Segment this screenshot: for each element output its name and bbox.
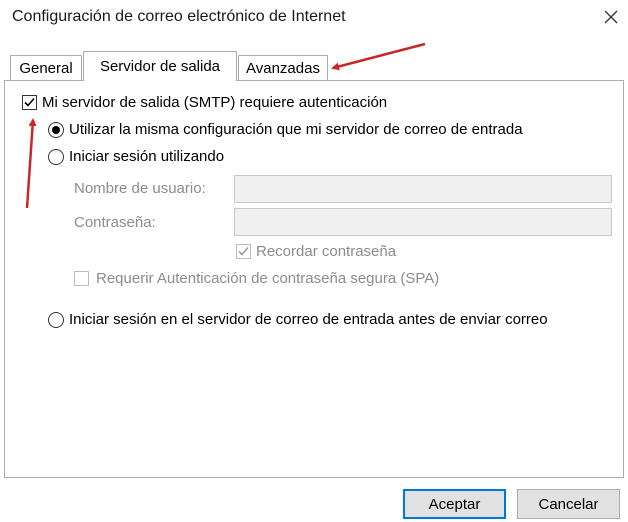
- login-before-sending-label: Iniciar sesión en el servidor de correo …: [69, 311, 548, 328]
- username-label: Nombre de usuario:: [74, 180, 206, 197]
- tab-avanzadas-label: Avanzadas: [246, 59, 320, 77]
- smtp-auth-label: Mi servidor de salida (SMTP) requiere au…: [42, 94, 388, 111]
- use-same-settings-label: Utilizar la misma configuración que mi s…: [69, 121, 523, 138]
- close-button[interactable]: [596, 2, 626, 32]
- checkmark-icon: [238, 246, 249, 256]
- login-using-label: Iniciar sesión utilizando: [69, 148, 225, 165]
- use-same-settings-radio[interactable]: [48, 121, 64, 138]
- tab-general[interactable]: General: [10, 55, 82, 80]
- tab-avanzadas[interactable]: Avanzadas: [238, 55, 328, 80]
- annotation-arrow: [331, 42, 426, 71]
- login-using-option[interactable]: Iniciar sesión utilizando: [48, 148, 224, 165]
- accept-button[interactable]: Aceptar: [403, 489, 506, 519]
- login-before-sending-option[interactable]: Iniciar sesión en el servidor de correo …: [48, 311, 548, 328]
- password-label: Contraseña:: [74, 214, 156, 231]
- smtp-auth-checkbox[interactable]: [22, 95, 37, 110]
- close-icon: [604, 10, 618, 24]
- password-field[interactable]: [234, 208, 612, 236]
- dialog-title: Configuración de correo electrónico de I…: [12, 8, 346, 25]
- username-field[interactable]: [234, 175, 612, 203]
- use-same-settings-option[interactable]: Utilizar la misma configuración que mi s…: [48, 121, 523, 138]
- tab-general-label: General: [19, 59, 73, 77]
- remember-password-option[interactable]: Recordar contraseña: [236, 243, 396, 260]
- cancel-button[interactable]: Cancelar: [517, 489, 620, 519]
- checkmark-icon: [24, 97, 35, 107]
- login-using-radio[interactable]: [48, 148, 64, 165]
- tab-servidor-de-salida[interactable]: Servidor de salida: [83, 51, 237, 81]
- tab-servidor-de-salida-label: Servidor de salida: [99, 58, 221, 75]
- spa-checkbox[interactable]: [74, 271, 89, 286]
- spa-option[interactable]: Requerir Autenticación de contraseña seg…: [74, 270, 439, 287]
- remember-password-label: Recordar contraseña: [256, 243, 397, 260]
- login-before-sending-radio[interactable]: [48, 311, 64, 328]
- radio-selected-dot: [52, 125, 60, 134]
- spa-label: Requerir Autenticación de contraseña seg…: [96, 270, 440, 287]
- smtp-auth-option[interactable]: Mi servidor de salida (SMTP) requiere au…: [22, 94, 387, 111]
- remember-password-checkbox[interactable]: [236, 244, 251, 259]
